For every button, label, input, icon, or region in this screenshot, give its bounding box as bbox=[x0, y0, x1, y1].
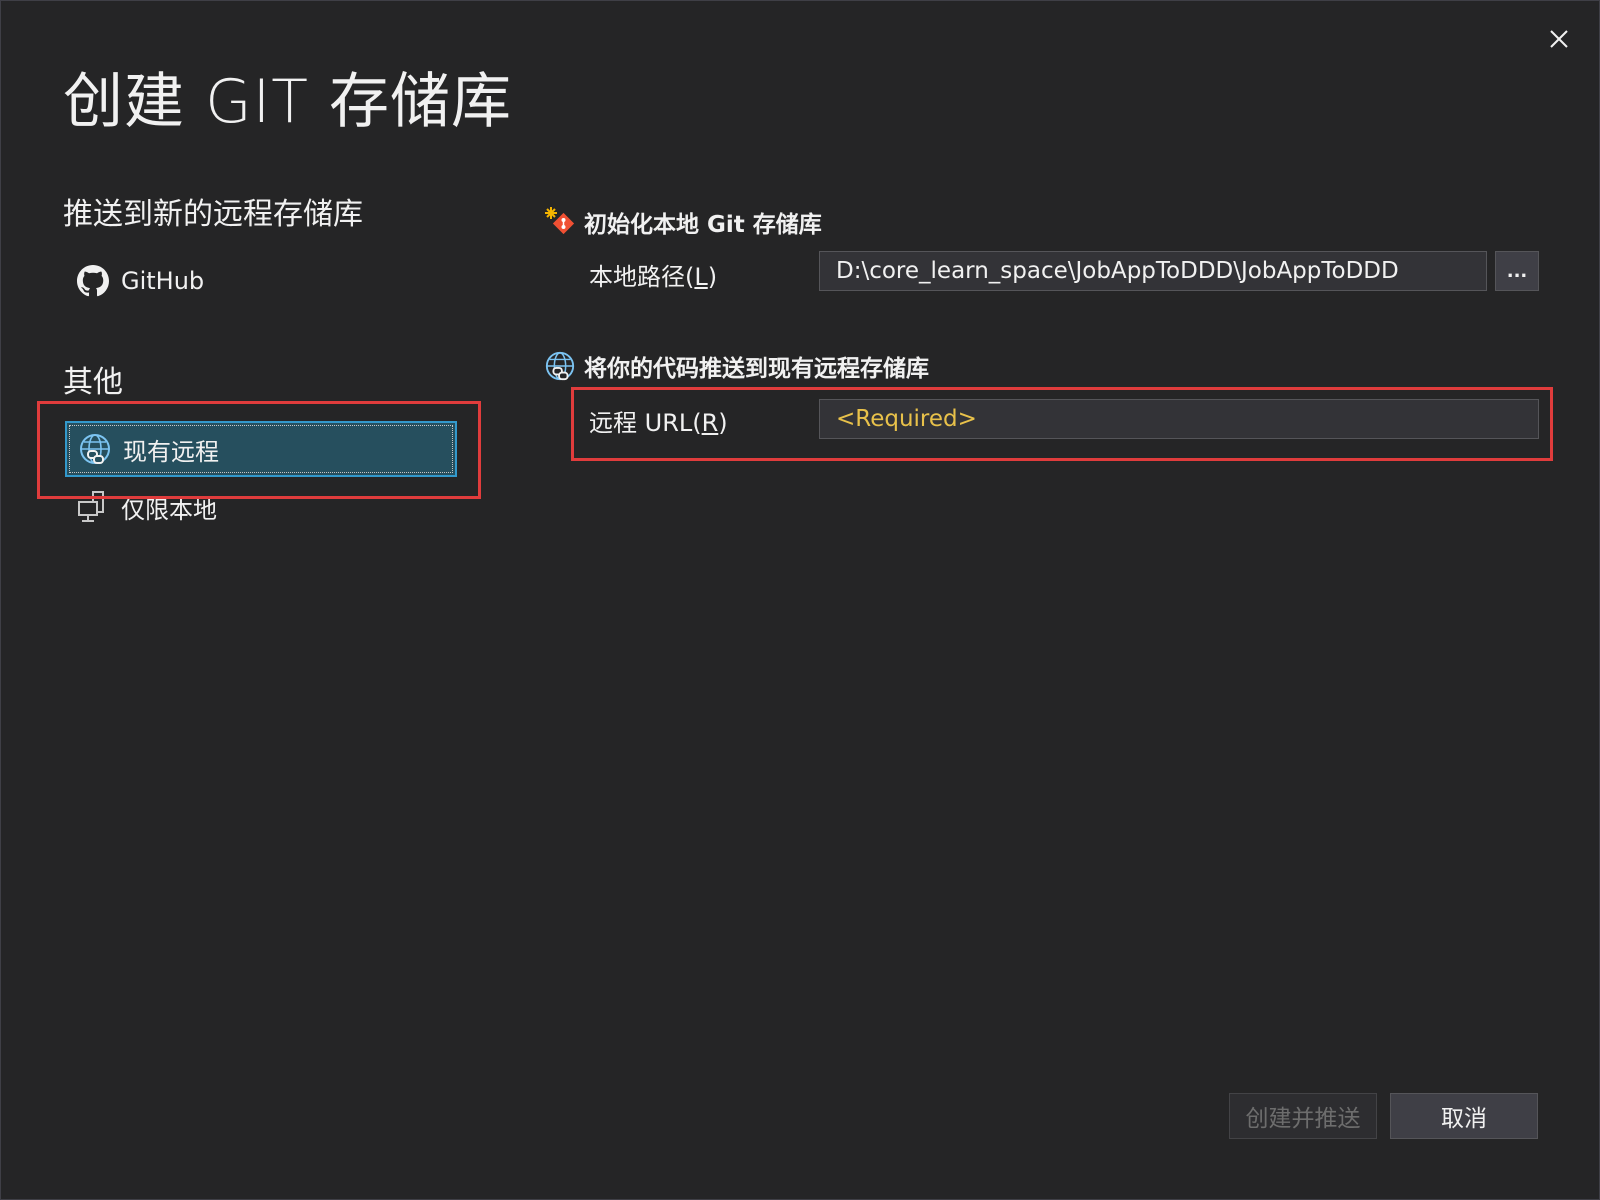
browse-button[interactable]: ... bbox=[1495, 251, 1539, 291]
sidebar-item-label: 现有远程 bbox=[123, 437, 219, 466]
globe-link-icon bbox=[77, 431, 113, 467]
init-local-repo-title: 初始化本地 Git 存储库 bbox=[584, 212, 822, 238]
cancel-button[interactable]: 取消 bbox=[1390, 1093, 1538, 1139]
close-button[interactable] bbox=[1545, 25, 1573, 53]
push-to-new-remote-heading: 推送到新的远程存储库 bbox=[63, 197, 363, 232]
push-existing-remote-title: 将你的代码推送到现有远程存储库 bbox=[584, 356, 929, 382]
computer-icon bbox=[75, 489, 111, 525]
remote-url-label: 远程 URL(R) bbox=[589, 403, 728, 438]
local-path-label: 本地路径(L) bbox=[589, 257, 717, 292]
sidebar-item-existing-remote[interactable]: 现有远程 bbox=[65, 421, 457, 477]
sidebar-item-label: GitHub bbox=[121, 267, 205, 295]
remote-url-accel-key: R bbox=[701, 409, 719, 437]
local-path-label-close: ) bbox=[707, 263, 718, 291]
other-heading: 其他 bbox=[63, 365, 123, 400]
sidebar-item-github[interactable]: GitHub bbox=[65, 253, 457, 309]
push-existing-remote-header: 将你的代码推送到现有远程存储库 bbox=[544, 349, 929, 383]
remote-url-label-close: ) bbox=[718, 409, 728, 437]
git-icon bbox=[544, 206, 576, 238]
local-path-label-text: 本地路径( bbox=[589, 263, 695, 291]
github-icon bbox=[75, 263, 111, 299]
sidebar-item-local-only[interactable]: 仅限本地 bbox=[65, 479, 457, 535]
dialog-title: 创建 GIT 存储库 bbox=[63, 67, 512, 137]
local-path-input[interactable] bbox=[819, 251, 1487, 291]
sidebar-item-label: 仅限本地 bbox=[121, 495, 217, 524]
init-local-repo-header: 初始化本地 Git 存储库 bbox=[544, 205, 822, 239]
create-git-repo-dialog: 创建 GIT 存储库 推送到新的远程存储库 GitHub 其他 现有远程 仅限本… bbox=[0, 0, 1600, 1200]
create-and-push-button[interactable]: 创建并推送 bbox=[1229, 1093, 1377, 1139]
remote-url-label-text: 远程 URL( bbox=[589, 409, 702, 437]
remote-url-input[interactable] bbox=[819, 399, 1539, 439]
local-path-accel-key: L bbox=[694, 263, 708, 291]
close-icon bbox=[1550, 30, 1568, 48]
globe-link-icon bbox=[544, 350, 576, 382]
